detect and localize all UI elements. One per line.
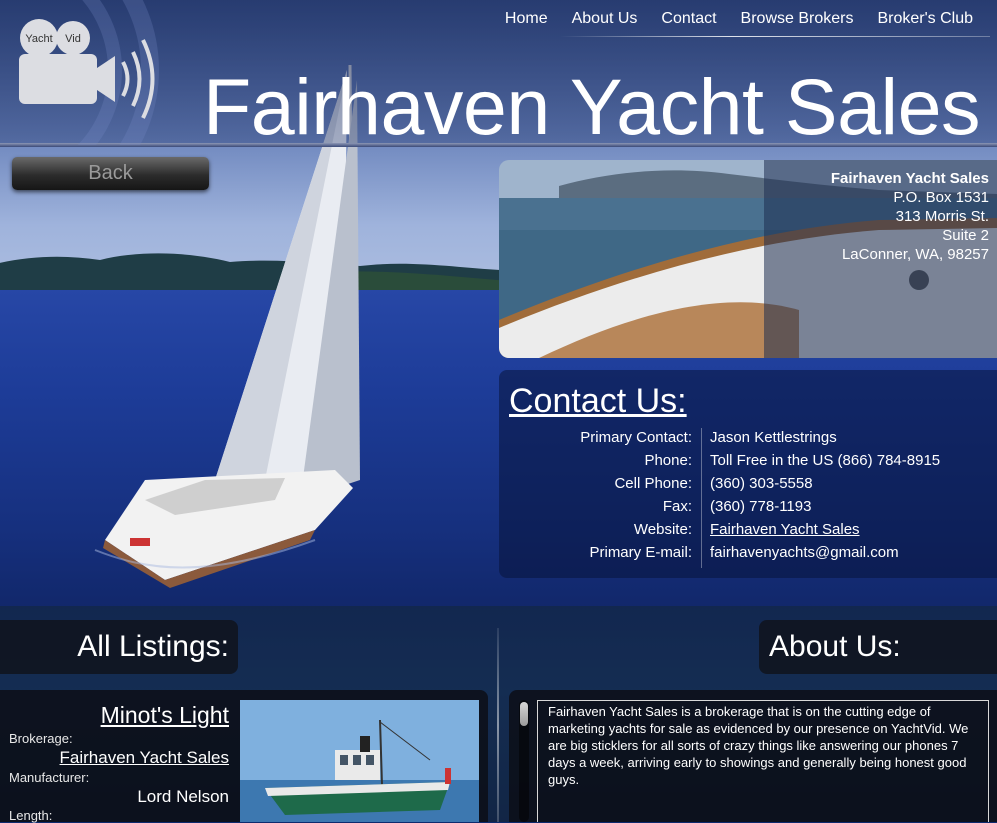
- back-button[interactable]: Back: [12, 157, 209, 190]
- about-text: Fairhaven Yacht Sales is a brokerage tha…: [537, 700, 989, 822]
- contact-heading: Contact Us:: [509, 382, 687, 420]
- listing-photo[interactable]: [240, 700, 479, 822]
- address-line-2: 313 Morris St.: [895, 208, 989, 225]
- nav-underline: [560, 36, 990, 37]
- nav-about-us[interactable]: About Us: [560, 8, 650, 30]
- listing-manufacturer-value: Lord Nelson: [137, 787, 229, 806]
- section-divider: [497, 628, 499, 822]
- address-card: Fairhaven Yacht Sales P.O. Box 1531 313 …: [499, 160, 997, 358]
- address-line-1: P.O. Box 1531: [893, 189, 989, 206]
- contact-row-website: Website: Fairhaven Yacht Sales: [499, 521, 997, 543]
- contact-value: Jason Kettlestrings: [710, 429, 837, 446]
- contact-value: (360) 303-5558: [710, 475, 813, 492]
- website-link[interactable]: Fairhaven Yacht Sales: [710, 521, 860, 538]
- email-value: fairhavenyachts@gmail.com: [710, 544, 899, 561]
- all-listings-heading: All Listings:: [0, 620, 238, 674]
- contact-label: Fax:: [662, 498, 692, 515]
- listing-brokerage-link[interactable]: Fairhaven Yacht Sales: [60, 748, 229, 768]
- logo-word-vid: Vid: [65, 33, 81, 45]
- logo-word-yacht: Yacht: [25, 33, 52, 45]
- contact-label: Primary E-mail:: [589, 544, 692, 561]
- contact-row-primary: Primary Contact: Jason Kettlestrings: [499, 429, 997, 451]
- contact-row-phone: Phone: Toll Free in the US (866) 784-891…: [499, 452, 997, 474]
- listing-card: Minot's Light Brokerage: Fairhaven Yacht…: [0, 690, 488, 823]
- page-title: Fairhaven Yacht Sales: [203, 62, 981, 151]
- nav-browse-brokers[interactable]: Browse Brokers: [729, 8, 866, 30]
- listing-title-link[interactable]: Minot's Light: [101, 702, 229, 729]
- contact-label: Cell Phone:: [614, 475, 692, 492]
- contact-label: Website:: [633, 521, 692, 538]
- nav-brokers-club[interactable]: Broker's Club: [865, 8, 985, 30]
- yachtvid-logo[interactable]: Yacht Vid: [0, 0, 175, 229]
- main-nav: Home About Us Contact Browse Brokers Bro…: [493, 8, 985, 30]
- contact-row-cell: Cell Phone: (360) 303-5558: [499, 475, 997, 497]
- nav-home[interactable]: Home: [493, 8, 560, 30]
- listing-brokerage-label: Brokerage:: [9, 731, 73, 746]
- contact-panel: Contact Us: Primary Contact: Jason Kettl…: [499, 370, 997, 578]
- contact-label: Primary Contact:: [580, 429, 692, 446]
- listing-length-label: Length:: [9, 808, 53, 823]
- contact-label: Phone:: [644, 452, 692, 469]
- nav-contact[interactable]: Contact: [649, 8, 728, 30]
- address-company: Fairhaven Yacht Sales: [830, 170, 989, 187]
- listing-manufacturer-label: Manufacturer:: [9, 770, 90, 785]
- about-panel: Fairhaven Yacht Sales is a brokerage tha…: [509, 690, 997, 822]
- about-us-heading: About Us:: [759, 620, 997, 674]
- about-scrollbar-thumb[interactable]: [520, 702, 528, 726]
- address-line-3: Suite 2: [942, 227, 989, 244]
- contact-value: (360) 778-1193: [710, 498, 812, 515]
- contact-value: Toll Free in the US (866) 784-8915: [710, 452, 941, 469]
- address-line-4: LaConner, WA, 98257: [841, 246, 989, 263]
- contact-row-fax: Fax: (360) 778-1193: [499, 498, 997, 520]
- contact-row-email: Primary E-mail: fairhavenyachts@gmail.co…: [499, 544, 997, 566]
- address-block: Fairhaven Yacht Sales P.O. Box 1531 313 …: [831, 169, 989, 264]
- about-scrollbar[interactable]: [519, 700, 529, 822]
